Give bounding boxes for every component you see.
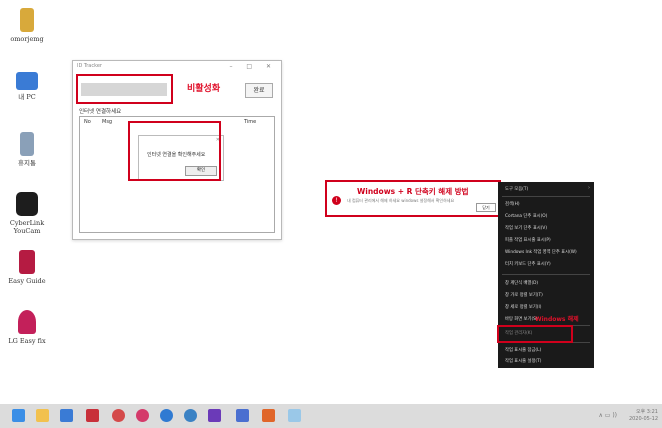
complete-button[interactable]: 완료	[245, 83, 273, 98]
desktop-icon-label: 내 PC	[18, 93, 36, 101]
menu-item-cortana[interactable]: Cortana 단추 표시(O)	[505, 213, 547, 219]
desktop-icon-label: 휴지통	[18, 159, 36, 167]
highlight-input-box	[76, 74, 173, 104]
menu-item-toolbars[interactable]: 도구 모음(T)	[505, 186, 528, 192]
banner-description: 내 컴퓨터 관리에서 해제 하세요 windows 설정해서 확인하세요	[347, 198, 455, 203]
desktop-icon-label: LG Easy fix	[8, 337, 46, 345]
app-blue-icon[interactable]	[236, 409, 249, 422]
chrome-icon[interactable]	[184, 409, 197, 422]
clock-date: 2020-05-12	[628, 416, 658, 422]
desktop-icon-1[interactable]: 내 PC	[6, 72, 48, 101]
this-pc-icon	[16, 72, 38, 90]
easy-fix-icon	[18, 310, 36, 334]
app-purple-icon[interactable]	[208, 409, 221, 422]
menu-item-stacked[interactable]: 창 가로 정렬 보기(T)	[505, 292, 543, 298]
recycle-bin-icon	[20, 132, 34, 156]
app-red-icon[interactable]	[86, 409, 99, 422]
highlight-task-manager	[497, 325, 573, 343]
menu-item-search[interactable]: 검색(H)	[505, 201, 520, 207]
app-light-icon[interactable]	[288, 409, 301, 422]
edge-icon[interactable]	[160, 409, 173, 422]
column-header-msg[interactable]: Msg	[102, 119, 112, 125]
desktop-icon-label: Easy Guide	[8, 277, 46, 285]
shortcut-banner: ! Windows + R 단축키 해제 방법 내 컴퓨터 관리에서 해제 하세…	[325, 180, 501, 217]
menu-divider	[502, 274, 590, 275]
menu-item-ink[interactable]: Windows Ink 작업 영역 단추 표시(W)	[505, 249, 577, 255]
window-controls[interactable]: – □ ✕	[229, 63, 277, 70]
menu-divider	[502, 196, 590, 197]
desktop-icon-2[interactable]: 휴지통	[6, 132, 48, 167]
menu-item-taskbar-settings[interactable]: 작업 표시줄 설정(T)	[505, 358, 541, 364]
folder-icon	[20, 8, 34, 32]
menu-item-show-desktop[interactable]: 바탕 화면 보기(S)	[505, 316, 538, 322]
menu-item-people[interactable]: 피플 작업 표시줄 표시(P)	[505, 237, 551, 243]
menu-item-touch-keyboard[interactable]: 터치 키보드 단추 표시(Y)	[505, 261, 551, 267]
app-u-icon[interactable]	[136, 409, 149, 422]
menu-item-lock-taskbar[interactable]: 작업 표시줄 잠금(L)	[505, 347, 541, 353]
system-tray[interactable]: ∧ ▭ ))	[598, 412, 617, 419]
desktop-icon-label: CyberLink YouCam	[9, 219, 45, 235]
youcam-icon	[16, 192, 38, 216]
menu-item-side-by-side[interactable]: 창 세로 정렬 보기(I)	[505, 304, 541, 310]
column-header-no[interactable]: No	[84, 119, 91, 125]
chevron-right-icon: ›	[588, 185, 590, 191]
desktop-icon-3[interactable]: CyberLink YouCam	[6, 192, 48, 235]
app-circle-icon[interactable]	[112, 409, 125, 422]
clock[interactable]: 오후 3:21 2020-05-12	[629, 409, 658, 423]
menu-item-task-view[interactable]: 작업 보기 단추 표시(V)	[505, 225, 547, 231]
app-orange-icon[interactable]	[262, 409, 275, 422]
desktop-icon-label: omorjemg	[10, 35, 44, 43]
banner-title: Windows + R 단축키 해제 방법	[357, 187, 469, 196]
highlight-dialog	[128, 121, 221, 181]
explorer-icon[interactable]	[36, 409, 49, 422]
easy-guide-icon	[19, 250, 35, 274]
start-icon[interactable]	[12, 409, 25, 422]
disabled-annotation: 비활성화	[187, 84, 221, 94]
section-label: 인터넷 연결하세요	[79, 109, 122, 115]
taskbar: ∧ ▭ )) 오후 3:21 2020-05-12	[0, 404, 662, 428]
warning-icon: !	[332, 196, 341, 205]
store-icon[interactable]	[60, 409, 73, 422]
desktop-icon-4[interactable]: Easy Guide	[6, 250, 48, 285]
menu-item-cascade[interactable]: 창 계단식 배열(D)	[505, 280, 538, 286]
column-header-time[interactable]: Time	[244, 119, 256, 125]
desktop-icon-0[interactable]: omorjemg	[6, 8, 48, 43]
desktop-icon-5[interactable]: LG Easy fix	[6, 310, 48, 345]
clock-time: 오후 3:21	[635, 409, 658, 415]
menu-annotation: Windows 해제	[535, 316, 579, 323]
banner-close-button[interactable]: 닫기	[476, 203, 496, 212]
